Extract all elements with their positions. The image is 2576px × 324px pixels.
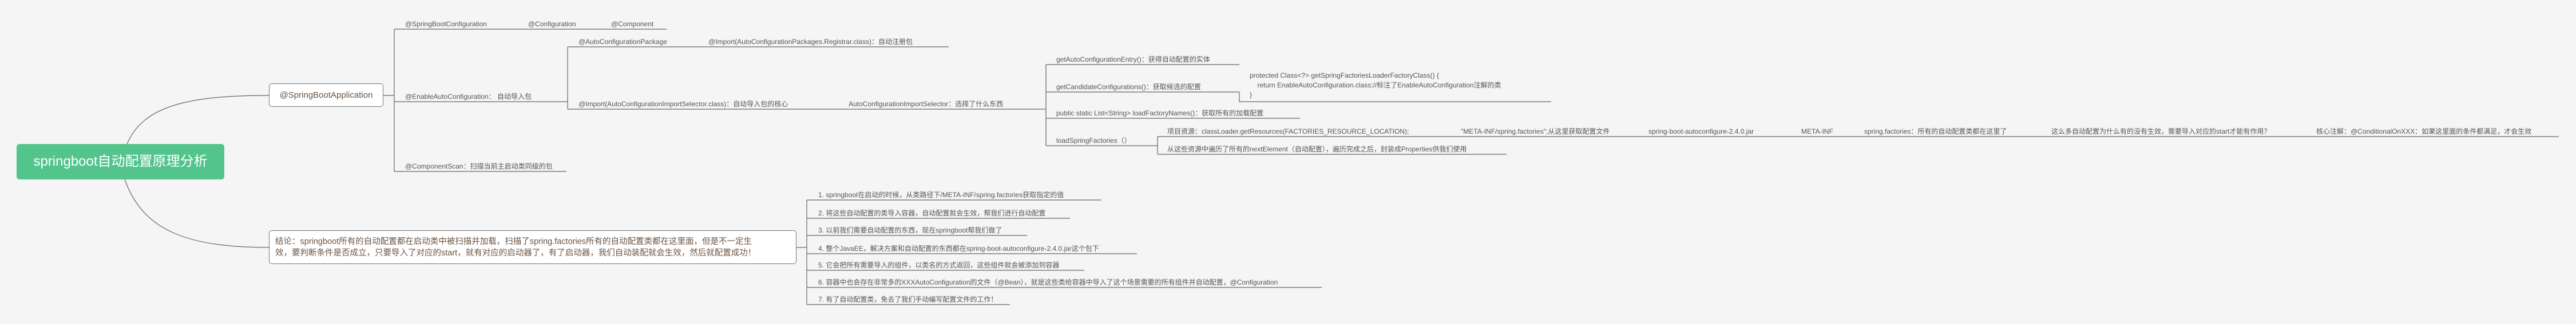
topic-conclusion[interactable]: 结论：springboot所有的自动配置都在启动类中被扫描并加载，扫描了spri… xyxy=(269,230,796,264)
node-loadspringfactories[interactable]: loadSpringFactories（） xyxy=(1056,137,1131,145)
node-getcandidateconfigurations[interactable]: getCandidateConfigurations()：获取候选的配置 xyxy=(1056,83,1201,91)
conclusion-point-2[interactable]: 2. 将这些自动配置的类导入容器，自动配置就会生效，帮我们进行自动配置 xyxy=(818,209,1045,217)
conclusion-line: 结论：springboot所有的自动配置都在启动类中被扫描并加载，扫描了spri… xyxy=(275,237,752,246)
curve-root-to-conclusion xyxy=(124,179,270,248)
node-import-registrar[interactable]: @Import(AutoConfigurationPackages.Regist… xyxy=(708,38,913,46)
conclusion-point-1[interactable]: 1. springboot在启动的时候，从类路径下/META-INF/sprin… xyxy=(818,191,1064,199)
node-autoconfigure-jar[interactable]: spring-boot-autoconfigure-2.4.0.jar xyxy=(1648,127,1754,135)
root-topic[interactable]: springboot自动配置原理分析 xyxy=(17,144,224,179)
conclusion-point-5[interactable]: 5. 它会把所有需要导入的组件，以类名的方式返回，这些组件就会被添加到容器 xyxy=(818,261,1059,269)
node-spring-factories[interactable]: spring.factories：所有的自动配置类都在这里了 xyxy=(1864,127,2007,135)
node-import-selector[interactable]: @Import(AutoConfigurationImportSelector.… xyxy=(578,100,788,108)
node-autoconfigurationimportselector[interactable]: AutoConfigurationImportSelector：选择了什么东西 xyxy=(849,100,1003,108)
curve-root-to-application xyxy=(126,95,270,145)
conclusion-point-6[interactable]: 6. 容器中也会存在非常多的XXXAutoConfiguration的文件（@B… xyxy=(818,278,1278,286)
node-code-snippet[interactable]: protected Class<?> getSpringFactoriesLoa… xyxy=(1250,71,1501,100)
node-configuration[interactable]: @Configuration xyxy=(528,20,576,28)
node-project-resources[interactable]: 项目资源：classLoader.getResources(FACTORIES_… xyxy=(1167,127,1409,135)
connector-lines xyxy=(124,29,2559,305)
node-springbootconfiguration[interactable]: @SpringBootConfiguration xyxy=(405,20,487,28)
node-iterate-resources[interactable]: 从这些资源中遍历了所有的nextElement（自动配置），遍历完成之后，封装成… xyxy=(1167,145,1467,153)
conclusion-point-4[interactable]: 4. 整个JavaEE，解决方案和自动配置的东西都在spring-boot-au… xyxy=(818,245,1099,253)
conclusion-line: 效，要判断条件是否成立，只要导入了对应的start，就有对应的启动器了，有了启动… xyxy=(275,249,756,258)
node-autoconfigurationpackage[interactable]: @AutoConfigurationPackage xyxy=(578,38,667,46)
node-conditional-annotation[interactable]: 核心注解：@ConditionalOnXXX：如果这里面的条件都满足，才会生效 xyxy=(2316,127,2531,135)
node-enableautoconfiguration[interactable]: @EnableAutoConfiguration： 自动导入包 xyxy=(405,93,532,101)
node-component[interactable]: @Component xyxy=(611,20,653,28)
node-meta-inf-spring-factories[interactable]: "META-INF/spring.factories";从这里获取配置文件 xyxy=(1461,127,1610,135)
node-meta-inf[interactable]: META-INF xyxy=(1801,127,1833,135)
topic-springbootapplication[interactable]: @SpringBootApplication xyxy=(269,83,383,107)
node-why-not-effective[interactable]: 这么多自动配置为什么有的没有生效，需要导入对应的start才能有作用？ xyxy=(2051,127,2270,135)
conclusion-point-3[interactable]: 3. 以前我们需要自动配置的东西，现在springboot帮我们做了 xyxy=(818,226,1002,234)
conclusion-point-7[interactable]: 7. 有了自动配置类，免去了我们手动编写配置文件的工作！ xyxy=(818,295,997,303)
node-getautoconfigurationentry[interactable]: getAutoConfigurationEntry()：获得自动配置的实体 xyxy=(1056,55,1210,63)
node-loadfactorynames[interactable]: public static List<String> loadFactoryNa… xyxy=(1056,109,1263,117)
node-componentscan[interactable]: @ComponentScan：扫描当前主启动类同级的包 xyxy=(405,162,553,170)
